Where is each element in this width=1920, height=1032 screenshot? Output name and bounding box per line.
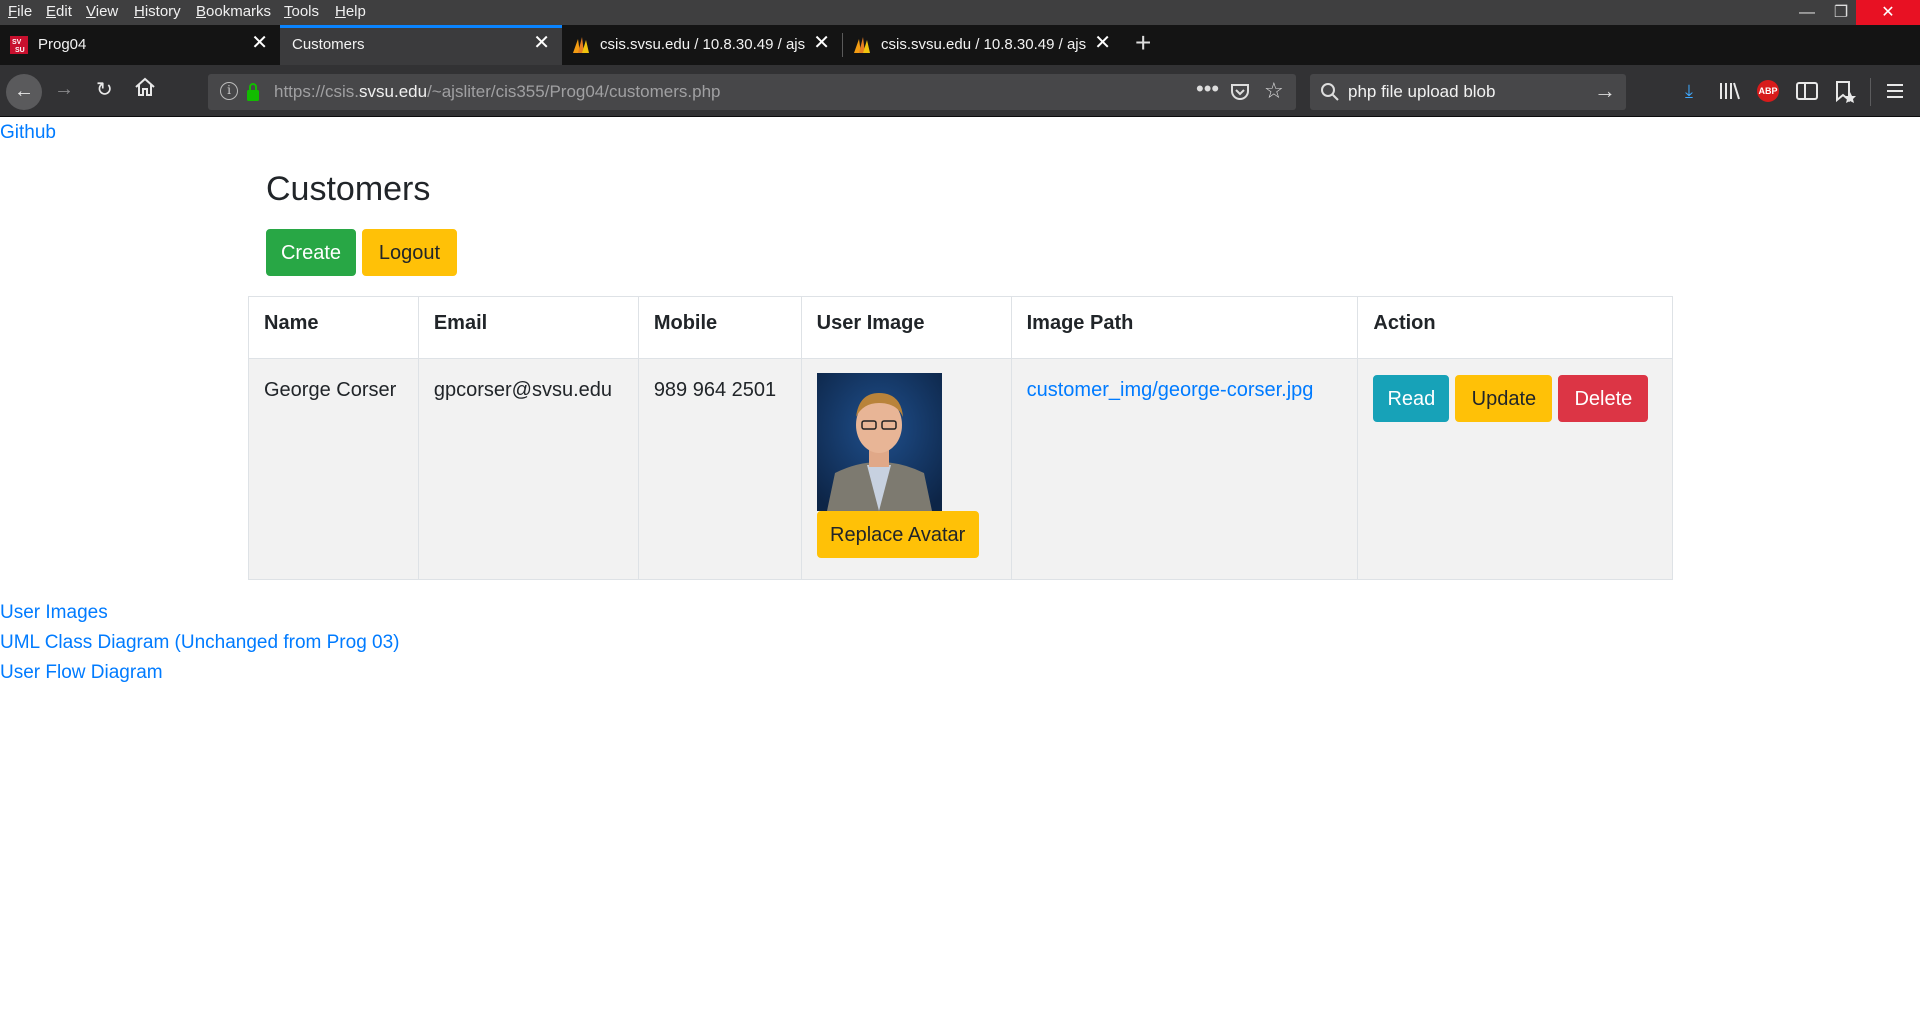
user-avatar-image bbox=[816, 373, 942, 511]
tab-phpmyadmin-2[interactable]: csis.svsu.edu / 10.8.30.49 / ajslit ✕ bbox=[843, 25, 1123, 65]
menu-file[interactable]: File bbox=[8, 3, 32, 20]
avatar-wrapper: Replace Avatar bbox=[816, 373, 979, 564]
logout-button[interactable]: Logout bbox=[362, 229, 457, 276]
tab-label: Customers bbox=[292, 36, 365, 53]
menu-history[interactable]: History bbox=[134, 3, 181, 20]
adblock-icon[interactable]: ABP bbox=[1757, 80, 1779, 102]
read-button[interactable]: Read bbox=[1373, 375, 1450, 422]
toolbar-separator bbox=[1870, 78, 1871, 106]
search-input[interactable] bbox=[1348, 74, 1578, 110]
cell-mobile: 989 964 2501 bbox=[637, 358, 802, 580]
uml-class-diagram-link[interactable]: UML Class Diagram (Unchanged from Prog 0… bbox=[0, 628, 400, 658]
close-tab-icon[interactable]: ✕ bbox=[813, 33, 830, 53]
cell-actions: Read Update Delete bbox=[1357, 358, 1673, 580]
close-tab-icon[interactable]: ✕ bbox=[251, 33, 268, 53]
home-icon[interactable] bbox=[134, 76, 156, 98]
column-header-name: Name bbox=[248, 296, 419, 359]
back-arrow-icon[interactable]: ← bbox=[6, 74, 42, 110]
page-title: Customers bbox=[266, 170, 431, 208]
tab-label: csis.svsu.edu / 10.8.30.49 / ajslit bbox=[600, 36, 806, 53]
cell-name: George Corser bbox=[248, 358, 419, 580]
menu-bookmarks[interactable]: Bookmarks bbox=[196, 3, 271, 20]
search-go-arrow-icon[interactable]: → bbox=[1594, 78, 1616, 104]
column-header-mobile: Mobile bbox=[637, 296, 802, 359]
footer-links: User Images UML Class Diagram (Unchanged… bbox=[0, 598, 400, 688]
create-button[interactable]: Create bbox=[266, 229, 356, 276]
cell-email: gpcorser@svsu.edu bbox=[417, 358, 639, 580]
delete-button[interactable]: Delete bbox=[1558, 375, 1649, 422]
github-link[interactable]: Github bbox=[0, 122, 56, 144]
tab-customers[interactable]: Customers ✕ bbox=[280, 25, 562, 65]
tab-label: Prog04 bbox=[38, 36, 87, 53]
address-bar[interactable]: i https://csis.svsu.edu/~ajsliter/cis355… bbox=[208, 74, 1296, 110]
url-prefix: https://csis. bbox=[274, 82, 360, 101]
user-flow-diagram-link[interactable]: User Flow Diagram bbox=[0, 658, 400, 688]
close-tab-icon[interactable]: ✕ bbox=[1094, 33, 1111, 53]
page-actions-icon[interactable]: ••• bbox=[1196, 76, 1219, 102]
lock-icon[interactable] bbox=[246, 82, 260, 102]
close-window-button[interactable]: ✕ bbox=[1856, 0, 1920, 25]
customers-table: Name Email Mobile User Image Image Path … bbox=[248, 296, 1673, 580]
menu-bar: File Edit View History Bookmarks Tools H… bbox=[0, 0, 1920, 25]
cell-user-image: Replace Avatar bbox=[800, 358, 1012, 580]
close-tab-icon[interactable]: ✕ bbox=[533, 33, 550, 53]
sidebar-icon[interactable] bbox=[1794, 78, 1820, 104]
forward-arrow-icon[interactable]: → bbox=[54, 78, 74, 101]
search-icon bbox=[1321, 83, 1339, 101]
library-icon[interactable] bbox=[1716, 78, 1742, 104]
replace-avatar-button[interactable]: Replace Avatar bbox=[816, 511, 979, 558]
table-row: George Corser gpcorser@svsu.edu 989 964 … bbox=[248, 358, 1673, 580]
download-icon[interactable]: ⤓ bbox=[1676, 78, 1702, 104]
new-tab-icon[interactable]: + bbox=[1135, 29, 1151, 57]
tab-label: csis.svsu.edu / 10.8.30.49 / ajslit bbox=[881, 36, 1087, 53]
svsu-favicon-icon: SV SU bbox=[10, 36, 28, 54]
bookmark-star-icon[interactable]: ☆ bbox=[1264, 78, 1284, 104]
table-header-row: Name Email Mobile User Image Image Path … bbox=[248, 296, 1673, 359]
url-text[interactable]: https://csis.svsu.edu/~ajsliter/cis355/P… bbox=[274, 82, 720, 102]
url-domain: svsu.edu bbox=[359, 82, 428, 101]
site-info-icon[interactable]: i bbox=[220, 82, 238, 100]
column-header-user-image: User Image bbox=[800, 296, 1012, 359]
column-header-email: Email bbox=[417, 296, 639, 359]
hamburger-menu-icon[interactable] bbox=[1882, 78, 1908, 104]
phpmyadmin-favicon-icon bbox=[854, 37, 870, 53]
svg-text:SV: SV bbox=[12, 39, 22, 46]
update-button[interactable]: Update bbox=[1455, 375, 1553, 422]
menu-help[interactable]: Help bbox=[335, 3, 366, 20]
tab-phpmyadmin-1[interactable]: csis.svsu.edu / 10.8.30.49 / ajslit ✕ bbox=[562, 25, 842, 65]
reload-icon[interactable]: ↻ bbox=[96, 77, 113, 102]
image-path-link[interactable]: customer_img/george-corser.jpg bbox=[1027, 379, 1314, 401]
tab-prog04[interactable]: SV SU Prog04 ✕ bbox=[0, 25, 280, 65]
menu-view[interactable]: View bbox=[86, 3, 118, 20]
user-images-link[interactable]: User Images bbox=[0, 598, 400, 628]
pocket-icon[interactable] bbox=[1230, 82, 1250, 102]
phpmyadmin-favicon-icon bbox=[573, 37, 589, 53]
search-bar: → bbox=[1310, 74, 1626, 110]
tab-strip: SV SU Prog04 ✕ Customers ✕ csis.svsu.edu… bbox=[0, 25, 1920, 65]
column-header-image-path: Image Path bbox=[1010, 296, 1359, 359]
menu-edit[interactable]: Edit bbox=[46, 3, 72, 20]
menu-tools[interactable]: Tools bbox=[284, 3, 319, 20]
column-header-action: Action bbox=[1357, 296, 1673, 359]
bookmark-manager-icon[interactable] bbox=[1832, 78, 1858, 104]
url-path: /~ajsliter/cis355/Prog04/customers.php bbox=[427, 82, 721, 101]
svg-text:SU: SU bbox=[15, 47, 25, 54]
cell-image-path: customer_img/george-corser.jpg bbox=[1010, 358, 1359, 580]
